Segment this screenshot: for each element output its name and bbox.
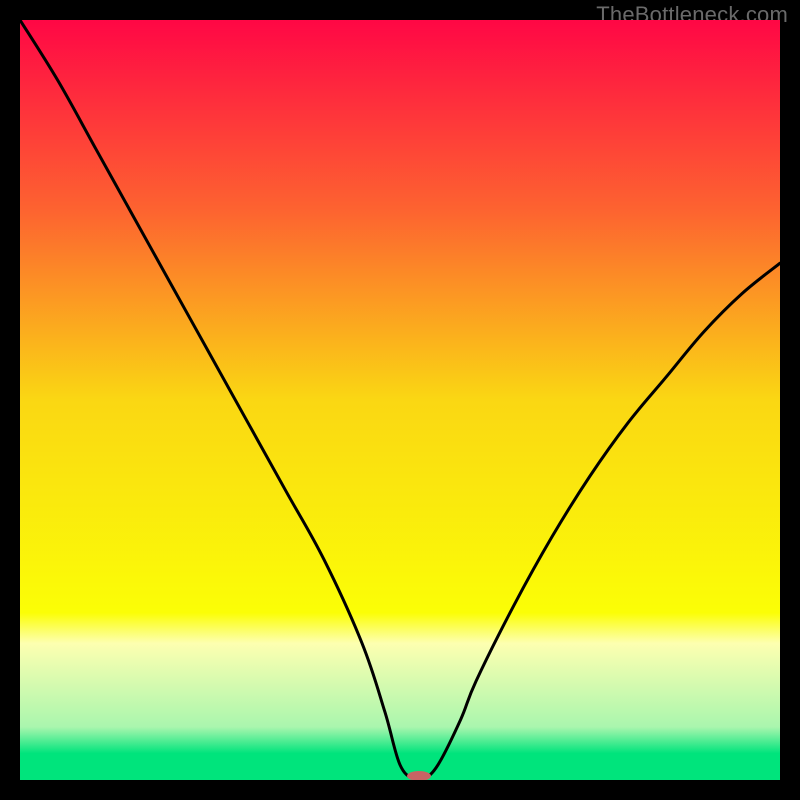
chart-frame: TheBottleneck.com xyxy=(0,0,800,800)
bottleneck-chart xyxy=(20,20,780,780)
chart-background xyxy=(20,20,780,780)
